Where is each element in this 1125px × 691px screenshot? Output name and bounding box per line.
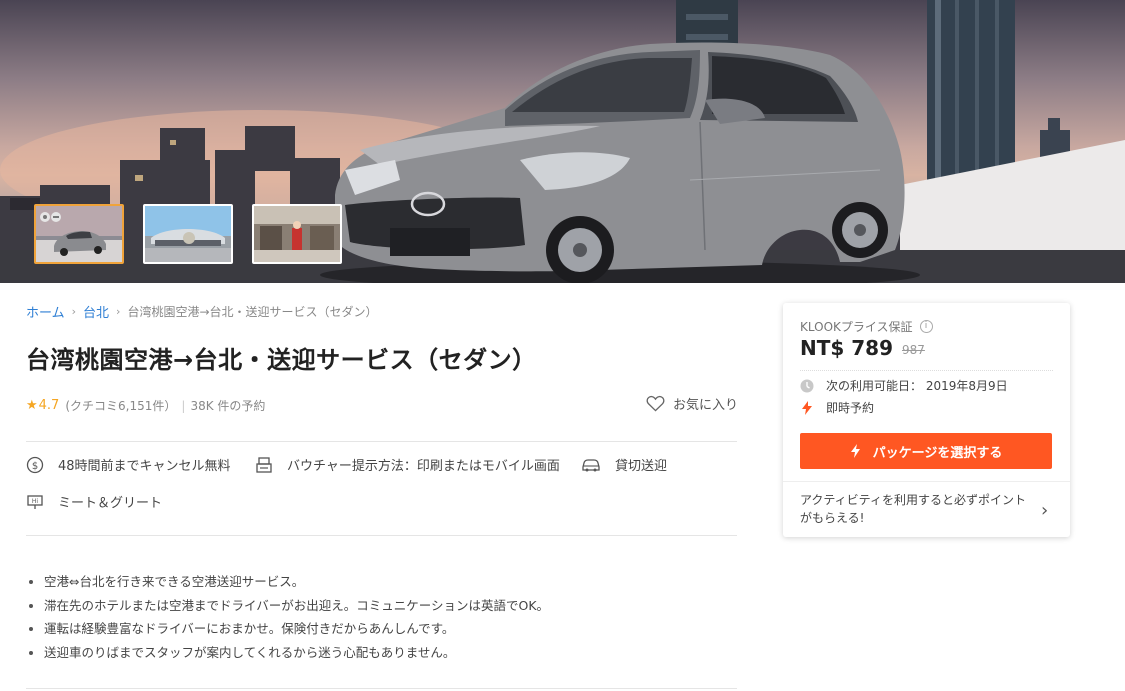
- next-availability: 次の利用可能日： 2019年8月9日: [800, 377, 1008, 394]
- divider: [26, 441, 737, 442]
- price-guarantee: KLOOKプライス保証 i: [800, 318, 933, 335]
- info-icon[interactable]: i: [919, 320, 933, 333]
- chevron-right-icon: ›: [71, 305, 77, 318]
- refund-icon: $: [26, 456, 44, 473]
- booking-count: 38K 件の予約: [190, 399, 266, 413]
- clock-icon: [800, 379, 814, 392]
- divider: [26, 688, 737, 689]
- rating-divider: |: [181, 398, 186, 413]
- breadcrumb: ホーム › 台北 › 台湾桃園空港→台北・送迎サービス（セダン）: [26, 302, 378, 321]
- voucher-icon: [256, 456, 272, 473]
- divider: [783, 481, 1070, 482]
- thumbnail-car[interactable]: [34, 204, 124, 264]
- breadcrumb-current: 台湾桃園空港→台北・送迎サービス（セダン）: [127, 305, 378, 319]
- chevron-right-icon: ›: [116, 305, 121, 318]
- list-item: 滞在先のホテルまたは空港までドライバーがお出迎え。コミュニケーションは英語でOK…: [28, 594, 549, 618]
- arrival-hall-photo: [254, 206, 340, 262]
- favorite-button[interactable]: お気に入り: [646, 394, 738, 413]
- lightning-icon: [802, 400, 812, 415]
- favorite-label: お気に入り: [673, 398, 739, 413]
- highlights-list: 空港⇔台北を行き来できる空港送迎サービス。 滞在先のホテルまたは空港までドライバ…: [28, 570, 549, 664]
- hero-banner: [0, 0, 1125, 283]
- feature-free-cancellation: $ 48時間前までキャンセル無料: [26, 455, 231, 474]
- feature-voucher: バウチャー提示方法：印刷またはモバイル画面: [255, 455, 560, 474]
- divider: [26, 535, 737, 536]
- booking-card: KLOOKプライス保証 i NT$ 789 987 次の利用可能日： 2019年…: [783, 303, 1070, 537]
- page-title: 台湾桃園空港→台北・送迎サービス（セダン）: [26, 346, 537, 374]
- svg-text:$: $: [32, 461, 38, 472]
- star-icon: ★: [26, 398, 38, 413]
- divider: [800, 370, 1053, 371]
- meet-greet-icon: Hi: [27, 494, 43, 509]
- list-item: 運転は経験豊富なドライバーにおまかせ。保険付きだからあんしんです。: [28, 617, 549, 641]
- gallery-thumbnails: [34, 204, 342, 264]
- svg-text:Hi: Hi: [32, 498, 39, 505]
- instant-confirmation: 即時予約: [800, 399, 874, 416]
- current-price: NT$ 789: [800, 336, 894, 360]
- breadcrumb-home-link[interactable]: ホーム: [26, 302, 65, 321]
- review-count-link[interactable]: (クチコミ6,151件）: [65, 397, 176, 414]
- car-icon: [582, 458, 600, 471]
- thumbnail-airport[interactable]: [143, 204, 233, 264]
- feature-private-transfer: 貸切送迎: [581, 455, 667, 474]
- points-promo-link[interactable]: アクティビティを利用すると必ずポイントがもらえる!: [800, 491, 1030, 527]
- original-price: 987: [902, 343, 925, 357]
- chevron-right-icon[interactable]: ›: [1041, 500, 1048, 521]
- lightning-icon: [850, 444, 860, 458]
- select-package-button[interactable]: パッケージを選択する: [800, 433, 1052, 469]
- breadcrumb-city-link[interactable]: 台北: [83, 302, 109, 321]
- list-item: 送迎車のりばまでスタッフが案内してくれるから迷う心配もありません。: [28, 641, 549, 665]
- feature-meet-greet: Hi ミート＆グリート: [26, 492, 162, 511]
- airport-photo: [145, 206, 231, 262]
- rating-score: 4.7: [38, 398, 60, 413]
- thumbnail-arrival-hall[interactable]: [252, 204, 342, 264]
- list-item: 空港⇔台北を行き来できる空港送迎サービス。: [28, 570, 549, 594]
- car-photo: [36, 206, 122, 262]
- rating-row: ★ 4.7 (クチコミ6,151件） | 38K 件の予約: [26, 397, 265, 414]
- heart-icon: [646, 395, 665, 412]
